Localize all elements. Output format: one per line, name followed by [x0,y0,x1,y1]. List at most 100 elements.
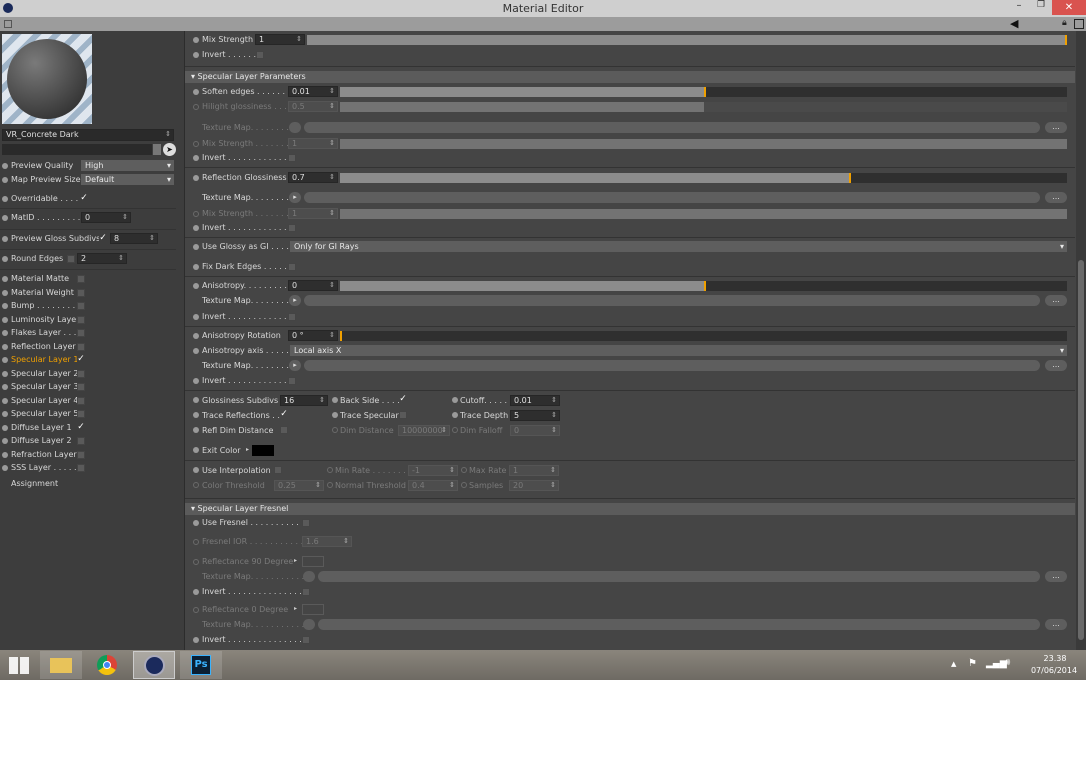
reflectance-0-degree-color-swatch[interactable] [302,604,324,615]
soften-edges-field[interactable]: 0.01 [288,86,338,97]
texture-map-texture-slot[interactable] [318,619,1040,630]
action-center-flag-icon[interactable]: ⚑ [968,658,977,669]
trace-specular-checkbox[interactable] [399,411,407,419]
assignment-tab[interactable]: Assignment [11,479,58,488]
texture-map-load-button[interactable]: ▸ [289,192,301,203]
normal-threshold-field[interactable]: 0.4 [408,480,458,491]
slider-handle[interactable] [848,173,851,183]
invert-checkbox[interactable] [302,588,310,596]
layer-flakes-layer-checkbox[interactable] [77,329,85,337]
restore-button[interactable]: ❐ [1032,0,1050,14]
layer-sss-layer-label[interactable]: SSS Layer . . . . . . [11,463,82,472]
texture-map-texture-slot[interactable] [304,360,1040,371]
use-glossy-as-gi-dropdown[interactable]: Only for GI Rays [290,241,1067,252]
slider-handle[interactable] [1065,35,1067,45]
texture-map-browse-button[interactable]: ... [1045,192,1067,203]
layer-diffuse-layer-2-checkbox[interactable] [77,437,85,445]
invert-checkbox[interactable] [288,377,296,385]
texture-map-texture-slot[interactable] [318,571,1040,582]
texture-map-load-button[interactable] [303,619,315,630]
reflection-glossiness-field[interactable]: 0.7 [288,172,338,183]
layer-specular-layer-3-checkbox[interactable] [77,383,85,391]
clock-time[interactable]: 23.38 [1030,654,1080,663]
material-name-field[interactable]: VR_Concrete Dark [2,129,174,141]
overridable-checkbox[interactable]: ✓ [80,194,88,203]
layer-diffuse-layer-1-label[interactable]: Diffuse Layer 1 [11,423,72,432]
close-button[interactable]: ✕ [1052,0,1086,15]
layer-bump-label[interactable]: Bump . . . . . . . . . [11,301,80,310]
layer-specular-layer-4-label[interactable]: Specular Layer 4 [11,396,78,405]
section-header-specular-layer-fresnel[interactable]: ▾ Specular Layer Fresnel [185,503,1075,515]
layer-specular-layer-3-label[interactable]: Specular Layer 3 [11,382,78,391]
layer-specular-layer-4-checkbox[interactable] [77,396,85,405]
texture-map-load-button[interactable] [289,122,301,133]
texture-map-browse-button[interactable]: ... [1045,571,1067,582]
back-side-checkbox[interactable]: ✓ [399,395,407,404]
taskbar-cinema4d[interactable] [133,651,175,679]
max-rate-field[interactable]: 1 [509,465,559,476]
exit-color-swatch[interactable] [252,445,274,456]
layer-bump-checkbox[interactable] [77,302,85,310]
reflection-glossiness-slider[interactable] [340,173,1067,183]
slider-handle[interactable] [703,87,706,97]
taskbar-file-explorer[interactable] [40,651,82,679]
texture-map-texture-slot[interactable] [304,192,1040,203]
min-rate-field[interactable]: -1 [408,465,458,476]
refl-dim-distance-checkbox[interactable] [280,426,288,434]
link-arrow-button[interactable] [153,144,161,155]
layer-specular-layer-5-label[interactable]: Specular Layer 5 [11,409,78,418]
mix-strength-slider[interactable] [340,139,1067,149]
soften-edges-slider[interactable] [340,87,1067,97]
layer-refraction-layer-label[interactable]: Refraction Layer [11,450,77,459]
layer-sss-layer-checkbox[interactable] [77,464,85,472]
mix-strength-field[interactable]: 1 [255,34,305,45]
back-arrow-icon[interactable]: ◀ [1010,17,1018,30]
layer-reflection-layer-checkbox[interactable] [77,342,85,351]
matid-field[interactable]: 0 [81,212,131,223]
taskbar-chrome[interactable] [86,651,128,679]
material-link-field[interactable] [2,144,152,155]
texture-map-load-button[interactable] [303,571,315,582]
minimize-button[interactable]: – [1010,0,1028,14]
layer-specular-layer-1-label[interactable]: Specular Layer 1 [11,355,78,364]
expand-arrow-icon[interactable]: ▸ [246,446,249,453]
scrollbar-thumb[interactable] [1078,260,1084,640]
layer-refraction-layer-checkbox[interactable] [77,450,85,459]
texture-map-browse-button[interactable]: ... [1045,122,1067,133]
use-interpolation-checkbox[interactable] [274,466,282,474]
slider-handle[interactable] [703,281,706,291]
lock-icon[interactable]: 🔒︎ [1062,18,1067,28]
texture-map-browse-button[interactable]: ... [1045,360,1067,371]
anisotropy-rotation-slider[interactable] [340,331,1067,341]
layer-material-weight-label[interactable]: Material Weight [11,288,74,297]
texture-map-texture-slot[interactable] [304,295,1040,306]
layer-specular-layer-1-checkbox[interactable]: ✓ [77,355,85,364]
material-preview[interactable] [2,34,92,124]
anisotropy-axis-dropdown[interactable]: Local axis X [290,345,1067,356]
slider-handle[interactable] [340,331,342,341]
layer-flakes-layer-label[interactable]: Flakes Layer . . . . [11,328,81,337]
invert-checkbox[interactable] [302,636,310,644]
show-hidden-icons[interactable]: ▲ [951,660,956,668]
expand-arrow-icon[interactable]: ▸ [294,557,297,564]
fix-dark-edges-checkbox[interactable] [288,263,296,271]
texture-map-texture-slot[interactable] [304,122,1040,133]
layer-diffuse-layer-1-checkbox[interactable]: ✓ [77,422,85,432]
invert-checkbox[interactable] [288,313,296,321]
hilight-glossiness-slider[interactable] [340,102,1067,112]
texture-map-browse-button[interactable]: ... [1045,295,1067,306]
volume-icon[interactable]: 🔊︎ [1004,657,1010,668]
mix-strength-slider[interactable] [340,209,1067,219]
dim-distance-field[interactable]: 10000000 [398,425,450,436]
map-preview-size-dropdown[interactable]: Default [81,174,174,185]
expand-arrow-icon[interactable]: ▸ [294,605,297,612]
anisotropy-field[interactable]: 0 [288,280,338,291]
round-edges-field[interactable]: 2 [77,253,127,264]
layer-specular-layer-2-checkbox[interactable] [77,369,85,378]
anisotropy-rotation-field[interactable]: 0 ° [288,330,338,341]
texture-map-load-button[interactable]: ▸ [289,295,301,306]
taskbar-photoshop[interactable]: Ps [180,651,222,679]
layer-specular-layer-5-checkbox[interactable] [77,410,85,418]
mix-strength-slider[interactable] [307,35,1067,45]
layer-diffuse-layer-2-label[interactable]: Diffuse Layer 2 [11,436,72,445]
